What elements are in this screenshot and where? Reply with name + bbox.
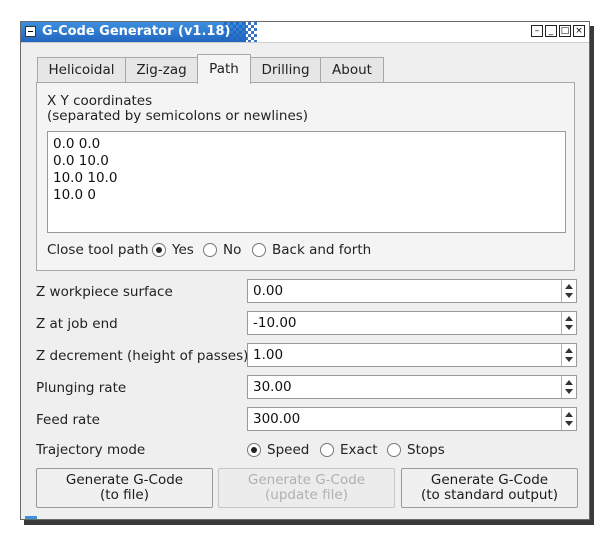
spin-arrows[interactable]	[561, 408, 576, 430]
coord-line: 10.0 0	[53, 187, 96, 203]
minimize-icon[interactable]: _	[545, 25, 557, 37]
spin-down-icon[interactable]	[565, 325, 573, 330]
feed-rate-value: 300.00	[253, 411, 301, 427]
spin-arrows[interactable]	[561, 376, 576, 398]
coord-line: 0.0 0.0	[53, 136, 101, 152]
spin-arrows[interactable]	[561, 312, 576, 334]
spin-down-icon[interactable]	[565, 421, 573, 426]
z-surface-spinbox[interactable]: 0.00	[247, 279, 577, 303]
z-surface-value: 0.00	[253, 283, 284, 299]
title-bar[interactable]: G-Code Generator (v1.18) – _ □ ×	[21, 22, 589, 43]
spin-down-icon[interactable]	[565, 293, 573, 298]
resize-accent	[25, 516, 37, 519]
maximize-icon[interactable]: □	[559, 25, 571, 37]
close-back-and-forth-label: Back and forth	[272, 242, 372, 258]
tab-path[interactable]: Path	[197, 54, 251, 84]
button-label-line2: (to file)	[100, 487, 149, 503]
close-tool-path-label: Close tool path	[47, 242, 149, 258]
z-decrement-spinbox[interactable]: 1.00	[247, 343, 577, 367]
z-job-end-spinbox[interactable]: -10.00	[247, 311, 577, 335]
trajectory-speed-label: Speed	[267, 442, 310, 458]
coords-hint: (separated by semicolons or newlines)	[47, 108, 309, 124]
trajectory-mode-label: Trajectory mode	[36, 442, 146, 458]
close-icon[interactable]: ×	[573, 25, 585, 37]
z-job-end-value: -10.00	[253, 315, 297, 331]
plunging-rate-spinbox[interactable]: 30.00	[247, 375, 577, 399]
feed-rate-spinbox[interactable]: 300.00	[247, 407, 577, 431]
shade-icon[interactable]: –	[531, 25, 543, 37]
feed-rate-label: Feed rate	[36, 412, 100, 428]
spin-down-icon[interactable]	[565, 389, 573, 394]
button-label-line1: Generate G-Code	[247, 472, 366, 488]
spin-up-icon[interactable]	[565, 380, 573, 385]
spin-down-icon[interactable]	[565, 357, 573, 362]
app-window: G-Code Generator (v1.18) – _ □ × Helicoi…	[20, 21, 590, 520]
plunging-rate-value: 30.00	[253, 379, 292, 395]
button-label-line1: Generate G-Code	[65, 472, 184, 488]
close-yes-label: Yes	[172, 242, 194, 258]
z-surface-label: Z workpiece surface	[36, 284, 173, 300]
plunging-rate-label: Plunging rate	[36, 380, 127, 396]
window-title: G-Code Generator (v1.18)	[42, 24, 231, 39]
trajectory-stops-radio[interactable]	[387, 443, 401, 457]
z-decrement-label: Z decrement (height of passes)	[36, 348, 249, 364]
trajectory-speed-radio[interactable]	[247, 443, 261, 457]
coordinates-textarea[interactable]: 0.0 0.0 0.0 10.0 10.0 10.0 10.0 0	[47, 131, 566, 233]
spin-up-icon[interactable]	[565, 412, 573, 417]
close-no-label: No	[223, 242, 242, 258]
spin-up-icon[interactable]	[565, 284, 573, 289]
generate-to-file-button[interactable]: Generate G-Code (to file)	[36, 468, 213, 508]
coords-label: X Y coordinates	[47, 93, 153, 109]
close-yes-radio[interactable]	[152, 243, 166, 257]
z-decrement-value: 1.00	[253, 347, 284, 363]
coord-line: 10.0 10.0	[53, 170, 118, 186]
generate-to-stdout-button[interactable]: Generate G-Code (to standard output)	[401, 468, 578, 508]
button-label-line2: (update file)	[265, 487, 348, 503]
coord-line: 0.0 10.0	[53, 153, 109, 169]
window-menu-icon[interactable]	[25, 26, 36, 37]
spin-up-icon[interactable]	[565, 316, 573, 321]
button-label-line2: (to standard output)	[420, 487, 559, 503]
close-no-radio[interactable]	[203, 243, 217, 257]
z-job-end-label: Z at job end	[36, 316, 118, 332]
tab-about[interactable]: About	[320, 57, 384, 83]
spin-arrows[interactable]	[561, 344, 576, 366]
spin-up-icon[interactable]	[565, 348, 573, 353]
button-label-line1: Generate G-Code	[430, 472, 549, 488]
spin-arrows[interactable]	[561, 280, 576, 302]
close-back-and-forth-radio[interactable]	[252, 243, 266, 257]
tab-zig-zag[interactable]: Zig-zag	[125, 57, 198, 83]
trajectory-exact-label: Exact	[340, 442, 378, 458]
generate-update-file-button[interactable]: Generate G-Code (update file)	[218, 468, 395, 508]
tab-drilling[interactable]: Drilling	[250, 57, 321, 83]
trajectory-stops-label: Stops	[407, 442, 445, 458]
trajectory-exact-radio[interactable]	[320, 443, 334, 457]
tab-helicoidal[interactable]: Helicoidal	[37, 57, 126, 83]
